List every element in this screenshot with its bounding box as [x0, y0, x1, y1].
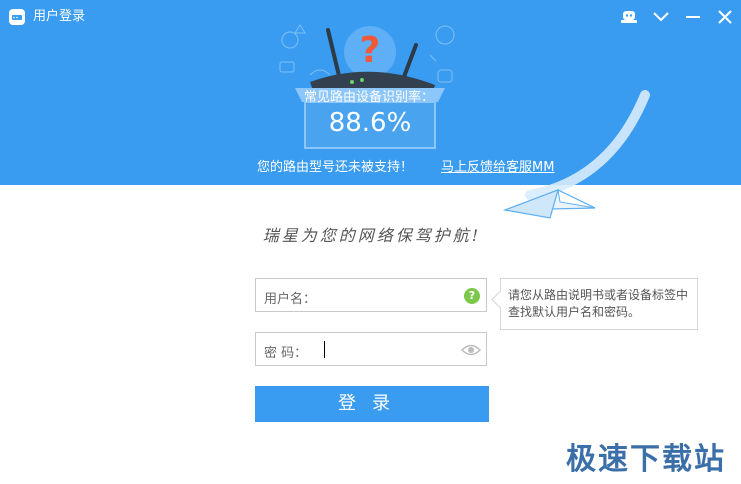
- close-button[interactable]: [714, 6, 736, 28]
- username-label: 用户名：: [264, 292, 317, 307]
- username-field[interactable]: 用户名： ?: [255, 278, 487, 312]
- help-icon[interactable]: ?: [464, 288, 480, 304]
- password-field[interactable]: 密 码：: [255, 332, 487, 366]
- login-button[interactable]: 登录: [255, 386, 489, 422]
- slogan: 瑞星为您的网络保驾护航!: [262, 226, 482, 245]
- recognition-label: 常见路由设备识别率：: [303, 90, 434, 105]
- tooltip-arrow: [491, 290, 510, 309]
- login-window: 用户登录 ? 常见路由设备识别率： 88.6% 您的路由型号还未被支持！ 马上反…: [0, 0, 741, 484]
- minimize-button[interactable]: [682, 6, 704, 28]
- window-title: 用户登录: [33, 9, 86, 24]
- app-icon: [9, 9, 25, 25]
- password-label: 密 码：: [264, 346, 308, 361]
- eye-icon[interactable]: [461, 343, 481, 357]
- credentials-tooltip: 请您从路由说明书或者设备标签中查找默认用户名和密码。: [491, 278, 698, 330]
- close-icon: [718, 10, 732, 24]
- paper-plane-icon: [502, 90, 650, 219]
- password-input[interactable]: [322, 338, 456, 362]
- username-input[interactable]: [322, 284, 456, 308]
- svg-text:?: ?: [360, 30, 381, 71]
- chevron-down-icon: [653, 12, 669, 22]
- menu-button[interactable]: [650, 6, 672, 28]
- skin-button[interactable]: [618, 6, 640, 28]
- minimize-icon: [686, 16, 700, 18]
- tooltip-text: 请您从路由说明书或者设备标签中查找默认用户名和密码。: [508, 288, 689, 319]
- recognition-rate: 88.6%: [328, 108, 412, 138]
- site-watermark: 极速下载站: [566, 442, 726, 477]
- skin-icon: [621, 11, 637, 23]
- unsupported-notice: 您的路由型号还未被支持！: [257, 160, 414, 175]
